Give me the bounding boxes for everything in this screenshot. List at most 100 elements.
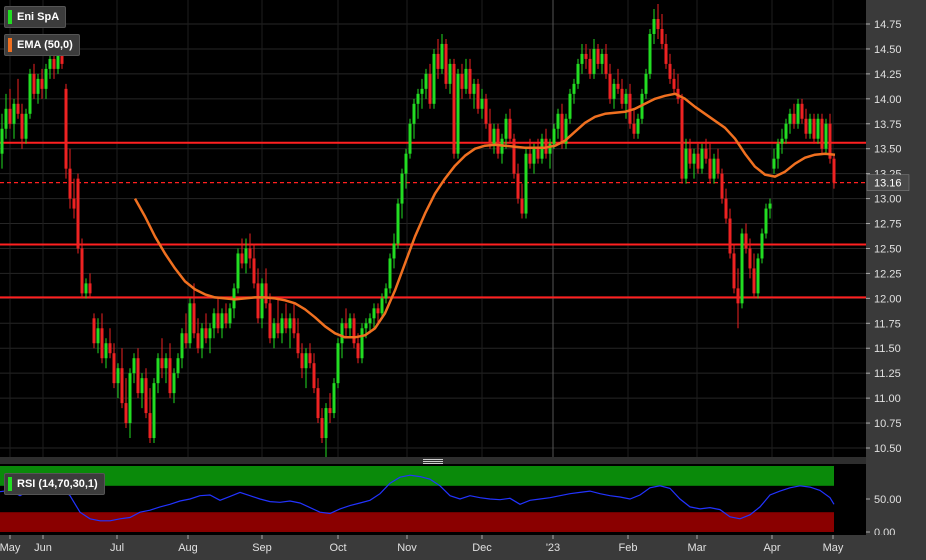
candle-body: [572, 83, 576, 94]
time-axis: [0, 535, 926, 560]
candle-body: [824, 123, 828, 149]
candle-body: [416, 93, 420, 104]
candle[interactable]: [456, 68, 460, 159]
ema-legend[interactable]: EMA (50,0): [4, 34, 80, 56]
candle-body: [236, 253, 240, 289]
candle[interactable]: [648, 28, 652, 79]
candle-body: [456, 73, 460, 154]
chart-svg: 14.7514.5014.2514.0013.7513.5013.2513.00…: [0, 0, 926, 560]
candle[interactable]: [484, 93, 488, 129]
candle[interactable]: [64, 83, 68, 179]
time-tick-label: '23: [546, 542, 560, 554]
candle[interactable]: [564, 113, 568, 149]
candle-body: [252, 258, 256, 284]
candle-body: [672, 78, 676, 89]
candle-body: [520, 198, 524, 214]
price-tick-label: 14.50: [874, 44, 902, 56]
candle[interactable]: [336, 338, 340, 389]
candle[interactable]: [444, 38, 448, 89]
candle-body: [804, 118, 808, 134]
candle[interactable]: [720, 168, 724, 204]
candle-body: [404, 153, 408, 174]
candle[interactable]: [76, 173, 80, 254]
rsi-legend[interactable]: RSI (14,70,30,1): [4, 473, 105, 495]
candle[interactable]: [388, 253, 392, 294]
candle[interactable]: [396, 198, 400, 249]
candle-body: [36, 78, 40, 94]
time-tick-label: May: [0, 542, 21, 554]
candle[interactable]: [756, 253, 760, 299]
candle[interactable]: [680, 93, 684, 184]
rsi-oversold-zone: [0, 512, 834, 532]
candle-body: [144, 378, 148, 414]
candle-body: [304, 353, 308, 369]
candle-body: [524, 153, 528, 214]
candle-body: [648, 33, 652, 74]
candle-body: [464, 68, 468, 89]
candle-body: [12, 103, 16, 124]
candle-body: [92, 318, 96, 344]
candle[interactable]: [824, 118, 828, 154]
candle[interactable]: [568, 88, 572, 124]
candle[interactable]: [92, 313, 96, 349]
candle-body: [40, 78, 44, 89]
candle-body: [448, 63, 452, 84]
candle-body: [612, 83, 616, 99]
candle[interactable]: [152, 378, 156, 444]
candle[interactable]: [512, 133, 516, 179]
candle-body: [192, 303, 196, 334]
candle[interactable]: [360, 323, 364, 364]
candle[interactable]: [820, 113, 824, 154]
candle[interactable]: [764, 203, 768, 239]
price-tick-label: 11.00: [874, 393, 901, 405]
candle-body: [504, 118, 508, 139]
candle-body: [776, 143, 780, 159]
candle-body: [440, 43, 444, 69]
candle-body: [280, 318, 284, 334]
candle[interactable]: [476, 78, 480, 114]
candle-body: [400, 173, 404, 204]
candle[interactable]: [452, 58, 456, 159]
candle[interactable]: [432, 48, 436, 109]
pane-splitter-grip-icon[interactable]: [423, 459, 443, 464]
candle[interactable]: [24, 108, 28, 144]
candle-body: [792, 113, 796, 124]
candle[interactable]: [760, 228, 764, 264]
candle[interactable]: [188, 298, 192, 349]
candle-body: [528, 153, 532, 164]
candle[interactable]: [28, 68, 32, 119]
price-legend[interactable]: Eni SpA: [4, 6, 67, 28]
candle-body: [32, 73, 36, 94]
candle-body: [812, 118, 816, 139]
price-tick-label: 14.75: [874, 19, 902, 31]
price-tick-label: 12.25: [874, 268, 902, 280]
candle-body: [260, 283, 264, 319]
price-tick-label: 11.50: [874, 343, 901, 355]
candle-body: [228, 308, 232, 324]
candle-body: [312, 363, 316, 389]
candle-body: [120, 368, 124, 404]
candle-body: [472, 83, 476, 94]
pane-splitter-bar[interactable]: [0, 457, 866, 464]
candle-body: [100, 328, 104, 359]
candle-body: [652, 19, 656, 34]
price-tick-label: 10.50: [874, 443, 902, 455]
candle-body: [152, 383, 156, 439]
candle-body: [716, 158, 720, 174]
candle[interactable]: [352, 313, 356, 349]
time-tick-label: Sep: [252, 542, 272, 554]
last-price-tag: 13.16: [866, 174, 910, 191]
candle-body: [512, 138, 516, 174]
candle-body: [184, 333, 188, 344]
candle[interactable]: [496, 123, 500, 159]
candle-body: [72, 198, 76, 209]
candle-body: [44, 68, 48, 89]
candle[interactable]: [236, 248, 240, 294]
candle-body: [168, 358, 172, 394]
candle[interactable]: [524, 148, 528, 219]
candle[interactable]: [332, 378, 336, 419]
candle-body: [552, 128, 556, 144]
candle[interactable]: [408, 118, 412, 159]
candle[interactable]: [740, 228, 744, 309]
candle-body: [668, 63, 672, 79]
